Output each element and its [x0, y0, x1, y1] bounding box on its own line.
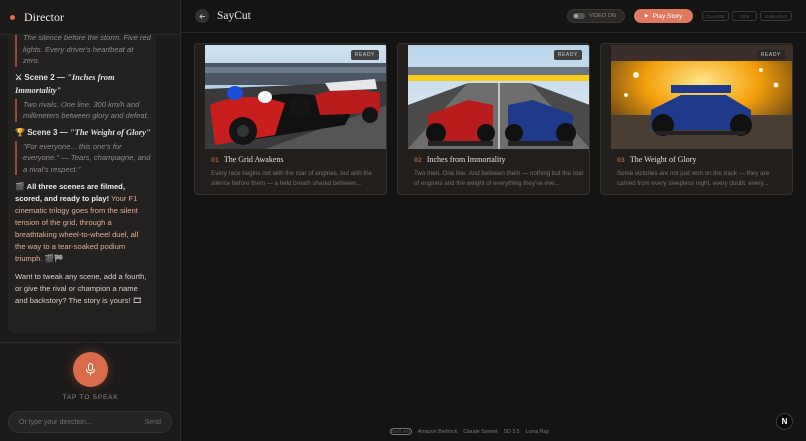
scene3-title: "The Weight of Glory" — [69, 126, 151, 137]
format-button-claude[interactable]: CLAUDE — [702, 11, 729, 21]
scene-name-3: The Weight of Glory — [629, 155, 697, 164]
format-button-luma[interactable]: LUMA RAY — [760, 11, 792, 21]
credit-luma: Luma Ray — [525, 428, 550, 435]
main-header: SayCut VIDEO ON ▶ Play Story CLAUDE 16:9… — [181, 0, 806, 33]
scene-number-1: 01 — [211, 157, 219, 164]
play-story-button[interactable]: ▶ Play Story — [634, 9, 693, 23]
ready-badge: READY — [553, 50, 582, 60]
scene-thumbnail-1: READY — [205, 45, 386, 149]
scene1-quote: The silence before the storm. Five red l… — [15, 35, 152, 67]
microphone-icon — [86, 363, 95, 376]
voice-input-area: TAP TO SPEAK Send — [0, 342, 181, 441]
scene-description-2: Two men. One line. And between them — no… — [414, 170, 584, 187]
built-with-label: Built with — [391, 428, 412, 435]
play-icon: ▶ — [644, 13, 649, 19]
direction-input-box: Send — [8, 411, 172, 433]
scene-card-3[interactable]: READY 03 The Weight of Glory Some victori… — [600, 43, 793, 195]
nextjs-logo-icon[interactable]: N — [776, 413, 793, 430]
video-toggle[interactable]: VIDEO ON — [567, 9, 625, 23]
credit-sd: SD 3.5 — [503, 428, 520, 435]
send-button[interactable]: Send — [145, 419, 161, 426]
scene3-prefix: Scene 3 — — [27, 127, 68, 137]
scene-number-2: 02 — [414, 157, 422, 164]
scene-description-3: Some victories are not just won on the t… — [617, 170, 770, 187]
footer-credits: Built with Amazon Bedrock Claude Sonnet … — [390, 428, 549, 435]
scene-card-2[interactable]: READY 02 Inches from Immortality Two men.… — [397, 43, 590, 195]
scene-title-1: 01 The Grid Awakens — [211, 155, 284, 164]
format-button-aspect[interactable]: 16:9 — [732, 11, 757, 21]
f1-glory-image — [611, 45, 792, 149]
direction-input[interactable] — [19, 418, 129, 426]
ready-badge: READY — [350, 50, 379, 60]
chat-message: The silence before the storm. Five red l… — [8, 35, 156, 333]
clapper-icon: 🎬 — [15, 182, 25, 191]
toggle-switch-icon — [573, 13, 585, 19]
play-story-label: Play Story — [652, 12, 683, 20]
scene2-prefix: Scene 2 — — [24, 72, 65, 82]
f1-grid-image — [205, 45, 386, 149]
status-dot — [10, 14, 15, 20]
scene2-quote: Two rivals. One line. 300 km/h and milli… — [15, 98, 152, 122]
crossed-swords-icon: ⚔ — [15, 72, 23, 82]
f1-duel-image — [408, 45, 589, 149]
ready-badge: READY — [756, 50, 785, 60]
mic-button[interactable] — [73, 352, 108, 387]
tap-to-speak-label: TAP TO SPEAK — [62, 394, 119, 401]
video-toggle-label: VIDEO ON — [589, 13, 616, 19]
summary-paragraph: 🎬 All three scenes are filmed, scored, a… — [15, 181, 148, 265]
director-sidebar: Director The silence before the storm. F… — [0, 0, 181, 441]
sidebar-title: Director — [24, 9, 64, 24]
summary-rest: Your F1 cinematic trilogy goes from the … — [15, 194, 139, 263]
scene-name-1: The Grid Awakens — [223, 155, 284, 164]
back-button[interactable] — [195, 9, 209, 23]
arrow-left-icon — [198, 13, 205, 19]
scene-description-1: Every race begins not with the roar of e… — [211, 170, 372, 187]
followup-paragraph: Want to tweak any scene, add a fourth, o… — [15, 272, 147, 305]
scene-thumbnail-2: READY — [408, 45, 589, 149]
app-title: SayCut — [217, 10, 251, 22]
scene-title-2: 02 Inches from Immortality — [414, 155, 505, 164]
scene-card-1[interactable]: READY 01 The Grid Awakens Every race begi… — [194, 43, 387, 195]
scene3-heading: 🏆 Scene 3 — "The Weight of Glory" — [15, 126, 156, 139]
trophy-icon: 🏆 — [15, 127, 25, 137]
scene-name-2: Inches from Immortality — [426, 155, 506, 164]
sidebar-header: Director — [0, 0, 180, 35]
scene-title-3: 03 The Weight of Glory — [617, 155, 696, 164]
scene3-quote: "For everyone... this one's for everyone… — [15, 140, 152, 175]
scene2-heading: ⚔ Scene 2 — "Inches from Immortality" — [15, 71, 156, 97]
credit-claude: Claude Sonnet — [463, 428, 498, 435]
credit-bedrock: Amazon Bedrock — [417, 428, 458, 435]
scene-thumbnail-3: READY — [611, 45, 792, 149]
scene-number-3: 03 — [617, 157, 625, 164]
